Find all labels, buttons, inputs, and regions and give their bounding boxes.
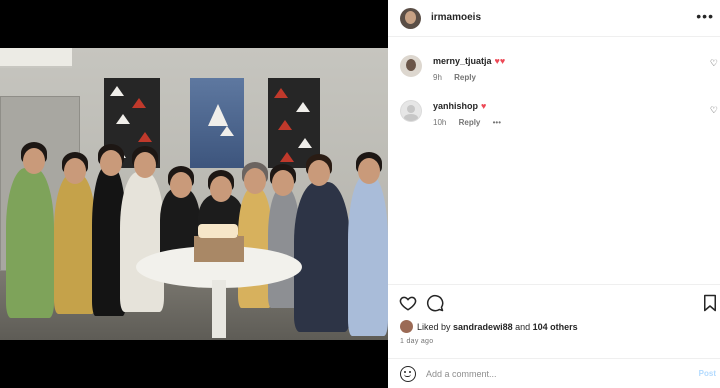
post-side-panel: irmamoeis ••• merny_tjuatja ♥♥ 9h Reply ♡… xyxy=(388,0,720,388)
heart-emoji: ♥ xyxy=(481,101,487,111)
birthday-cake xyxy=(198,224,238,238)
comment-time[interactable]: 9h xyxy=(433,73,442,82)
action-bar xyxy=(388,284,720,320)
comment-username[interactable]: merny_tjuatja ♥♥ xyxy=(433,56,505,66)
heart-emoji: ♥♥ xyxy=(494,56,506,66)
comment-item: yanhishop ♥ 10h Reply ••• ♡ xyxy=(388,97,720,147)
post-timestamp[interactable]: 1 day ago xyxy=(400,338,433,345)
instagram-post-view: irmamoeis ••• merny_tjuatja ♥♥ 9h Reply ♡… xyxy=(0,0,720,388)
post-media[interactable] xyxy=(0,0,388,388)
comment-input[interactable] xyxy=(426,366,676,382)
cake-box xyxy=(194,236,244,262)
liker-avatar[interactable] xyxy=(400,320,413,333)
group-photo xyxy=(0,48,388,340)
comment-options-icon[interactable]: ••• xyxy=(493,118,501,127)
emoji-icon[interactable] xyxy=(400,366,416,382)
likes-others-link[interactable]: 104 others xyxy=(533,322,578,332)
author-username[interactable]: irmamoeis xyxy=(431,12,481,23)
commenter-avatar[interactable] xyxy=(400,100,422,122)
liker-username[interactable]: sandradewi88 xyxy=(453,322,513,332)
reply-button[interactable]: Reply xyxy=(459,118,481,127)
post-comment-button[interactable]: Post xyxy=(699,369,716,378)
person xyxy=(54,174,96,314)
comment-time[interactable]: 10h xyxy=(433,118,446,127)
crane-painting-center xyxy=(190,78,244,168)
bookmark-icon[interactable] xyxy=(701,294,719,312)
air-conditioner xyxy=(0,48,72,68)
person xyxy=(294,182,350,332)
comment-item: merny_tjuatja ♥♥ 9h Reply ♡ xyxy=(388,52,720,102)
comment-like-icon[interactable]: ♡ xyxy=(710,105,718,116)
commenter-avatar[interactable] xyxy=(400,55,422,77)
comment-like-icon[interactable]: ♡ xyxy=(710,58,718,69)
more-horizontal-icon[interactable]: ••• xyxy=(696,8,714,24)
person xyxy=(348,176,388,336)
author-avatar[interactable] xyxy=(400,8,421,29)
likes-summary: Liked by sandradewi88 and 104 others xyxy=(417,322,578,332)
heart-outline-icon[interactable] xyxy=(399,294,417,312)
person xyxy=(6,168,54,318)
comment-username[interactable]: yanhishop ♥ xyxy=(433,101,486,111)
comment-meta: 10h Reply ••• xyxy=(433,118,511,127)
person xyxy=(120,172,164,312)
add-comment-bar: Post xyxy=(388,358,720,388)
post-header: irmamoeis ••• xyxy=(388,0,720,37)
comment-icon[interactable] xyxy=(426,294,444,312)
comment-meta: 9h Reply xyxy=(433,73,486,82)
reply-button[interactable]: Reply xyxy=(454,73,476,82)
